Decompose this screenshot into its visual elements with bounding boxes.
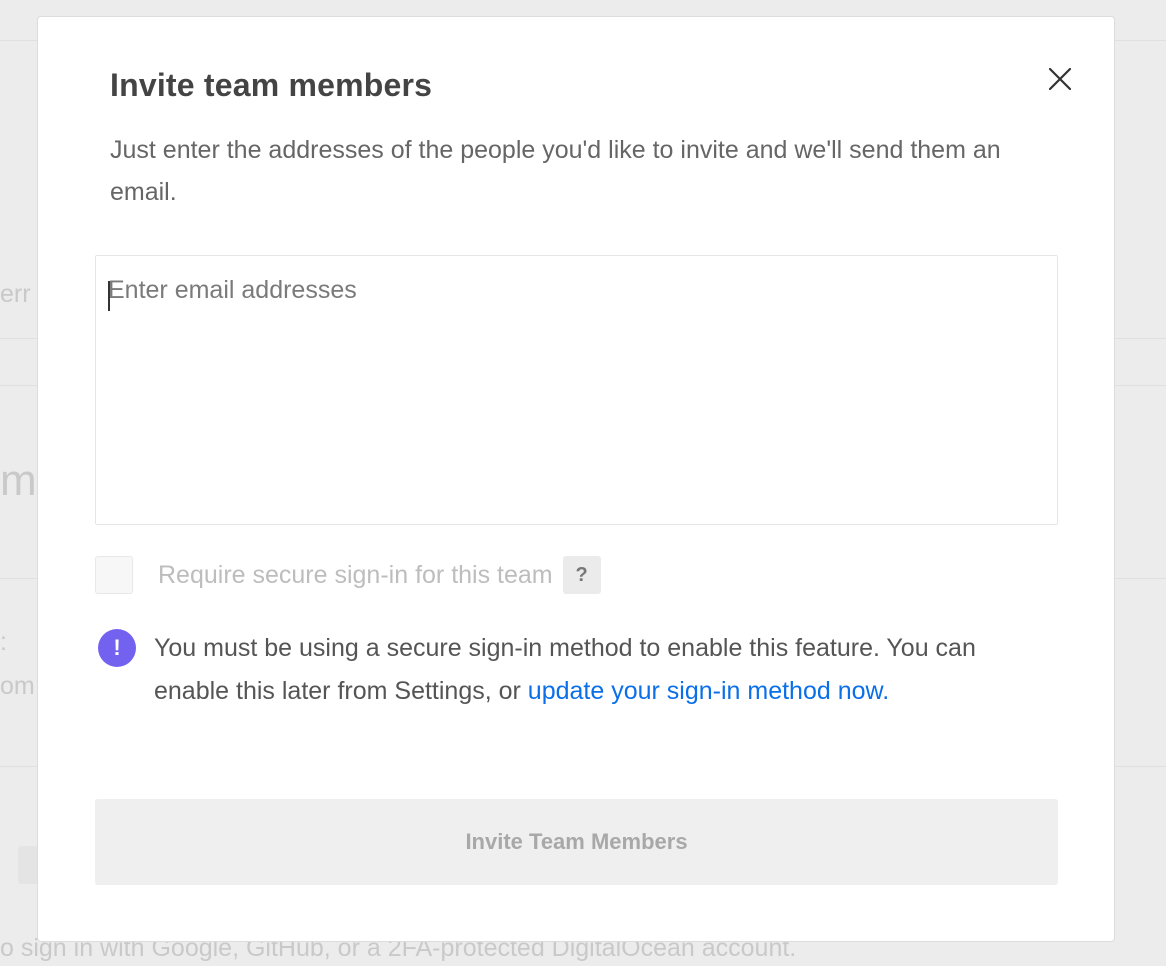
secure-signin-label: Require secure sign-in for this team bbox=[158, 560, 553, 589]
email-addresses-input[interactable] bbox=[95, 255, 1058, 525]
notice-text: You must be using a secure sign-in metho… bbox=[154, 627, 1034, 713]
background-heading: m bbox=[0, 456, 37, 505]
exclamation-icon: ! bbox=[98, 629, 136, 667]
modal-description: Just enter the addresses of the people y… bbox=[110, 136, 1001, 206]
background-text: om bbox=[0, 672, 35, 700]
background-text: : bbox=[0, 628, 7, 656]
background-text: err bbox=[0, 280, 31, 308]
update-signin-method-link[interactable]: update your sign-in method now. bbox=[528, 677, 889, 705]
modal-title: Invite team members bbox=[110, 67, 433, 103]
invite-modal: Invite team members Just enter the addre… bbox=[37, 16, 1115, 942]
close-button[interactable] bbox=[1042, 61, 1076, 95]
secure-signin-checkbox[interactable] bbox=[95, 556, 133, 594]
invite-team-members-button[interactable]: Invite Team Members bbox=[95, 799, 1058, 885]
text-cursor bbox=[108, 281, 110, 311]
close-icon bbox=[1048, 67, 1072, 91]
secure-signin-row: Require secure sign-in for this team ? bbox=[95, 555, 601, 595]
help-icon[interactable]: ? bbox=[562, 556, 601, 594]
